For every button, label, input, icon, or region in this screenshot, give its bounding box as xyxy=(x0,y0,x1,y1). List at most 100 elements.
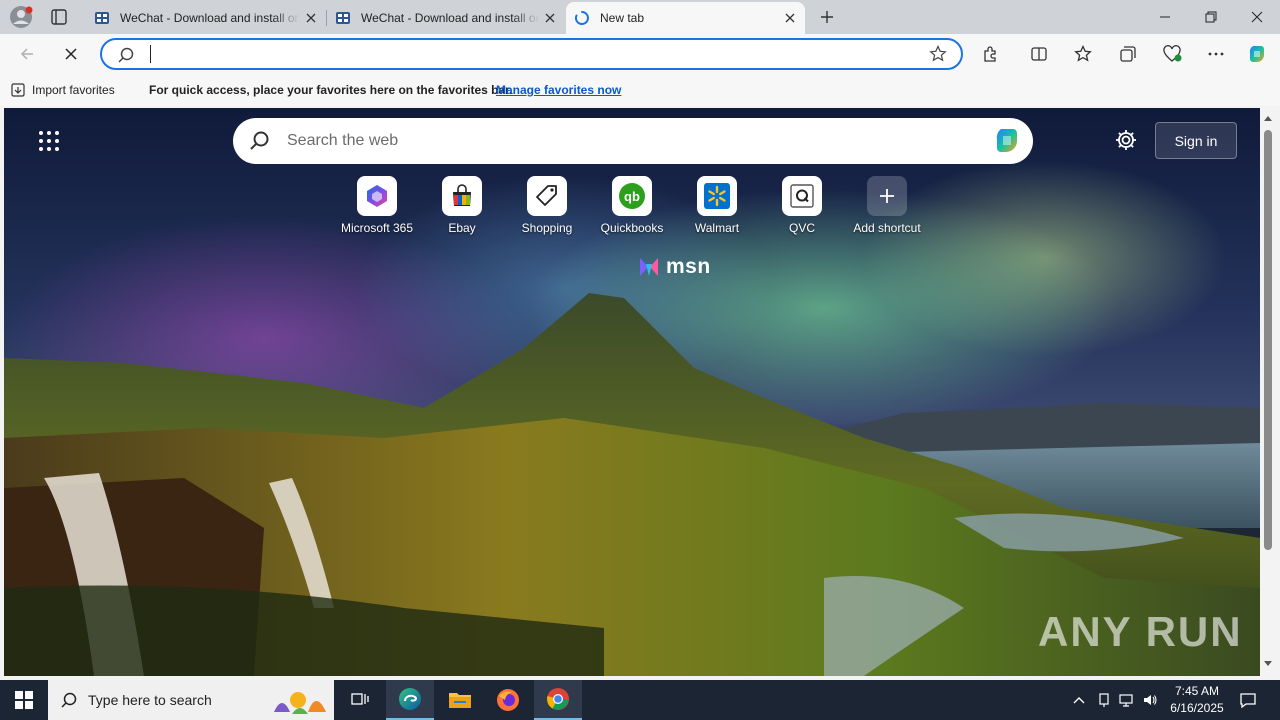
tab-actions-menu[interactable] xyxy=(48,7,70,27)
shortcut-tile xyxy=(697,176,737,216)
browser-toolbar xyxy=(0,34,1280,74)
address-bar[interactable] xyxy=(100,38,963,70)
usb-device-icon xyxy=(1099,693,1109,707)
chrome-icon xyxy=(547,688,569,710)
wechat-favicon-icon xyxy=(336,12,350,24)
close-tab-button[interactable] xyxy=(300,7,322,29)
tab-new-tab[interactable]: New tab xyxy=(566,2,805,34)
tab-actions-icon xyxy=(51,9,67,25)
shortcut-label: Add shortcut xyxy=(853,221,921,235)
taskbar-chrome[interactable] xyxy=(534,680,582,720)
copilot-icon[interactable] xyxy=(991,125,1023,157)
shortcut-label: Walmart xyxy=(694,221,740,235)
minimize-button[interactable] xyxy=(1142,0,1188,34)
stop-loading-button[interactable] xyxy=(57,40,85,68)
ebay-icon xyxy=(453,184,471,206)
close-icon xyxy=(1251,11,1263,23)
heartbeat-icon xyxy=(1163,45,1182,62)
shortcut-ebay[interactable]: Ebay xyxy=(420,176,504,236)
tab-title: WeChat - Download and install on xyxy=(120,11,300,25)
taskbar-edge[interactable] xyxy=(386,680,434,720)
collections-icon xyxy=(1120,46,1136,62)
anyrun-watermark: ANY RUN xyxy=(1038,608,1243,656)
scroll-down-arrow-icon[interactable] xyxy=(1264,660,1272,668)
windows-logo-icon xyxy=(15,691,33,709)
favorites-bar: Import favorites For quick access, place… xyxy=(0,74,1280,106)
plus-icon xyxy=(821,11,833,23)
shortcut-tile xyxy=(357,176,397,216)
web-search-box[interactable]: Search the web xyxy=(233,118,1033,164)
close-window-button[interactable] xyxy=(1234,0,1280,34)
page-scrollbar[interactable] xyxy=(1260,108,1276,676)
favorites-bar-message: For quick access, place your favorites h… xyxy=(149,83,513,97)
shortcut-tile xyxy=(782,176,822,216)
search-icon xyxy=(118,47,134,63)
shortcut-add[interactable]: Add shortcut xyxy=(845,176,929,236)
search-icon xyxy=(250,131,269,150)
taskbar-clock[interactable]: 7:45 AM 6/16/2025 xyxy=(1160,683,1234,717)
back-button[interactable] xyxy=(13,40,41,68)
svg-text:qb: qb xyxy=(624,189,640,204)
split-screen-icon xyxy=(1031,47,1047,61)
search-highlight-image-icon xyxy=(274,692,326,714)
settings-more-button[interactable] xyxy=(1202,40,1230,68)
scrollbar-thumb[interactable] xyxy=(1264,130,1272,550)
text-caret xyxy=(150,45,151,63)
shortcut-walmart[interactable]: Walmart xyxy=(675,176,759,236)
start-button[interactable] xyxy=(0,680,48,720)
shortcut-tile xyxy=(867,176,907,216)
import-favorites-button[interactable]: Import favorites xyxy=(10,82,115,98)
split-screen-button[interactable] xyxy=(1025,40,1053,68)
close-icon xyxy=(785,13,795,23)
search-placeholder: Search the web xyxy=(287,132,399,149)
page-settings-button[interactable] xyxy=(1114,128,1138,152)
close-tab-button[interactable] xyxy=(779,7,801,29)
copilot-button[interactable] xyxy=(1243,40,1271,68)
app-grid-icon xyxy=(39,131,59,151)
scroll-up-arrow-icon[interactable] xyxy=(1264,114,1272,122)
msn-logo-text: msn xyxy=(666,255,711,278)
shortcut-microsoft-365[interactable]: Microsoft 365 xyxy=(335,176,419,236)
walmart-icon xyxy=(704,183,730,209)
task-view-button[interactable] xyxy=(336,680,384,720)
extensions-button[interactable] xyxy=(977,40,1005,68)
favorites-button[interactable] xyxy=(1069,40,1097,68)
new-tab-button[interactable] xyxy=(814,5,840,29)
app-launcher-button[interactable] xyxy=(38,130,60,152)
watermark-text: ANY RUN xyxy=(1038,608,1243,655)
action-center-button[interactable] xyxy=(1236,680,1260,720)
manage-favorites-link[interactable]: Manage favorites now xyxy=(496,83,621,97)
shortcut-tile xyxy=(527,176,567,216)
profile-icon xyxy=(10,6,33,28)
shortcut-qvc[interactable]: QVC xyxy=(760,176,844,236)
edge-icon xyxy=(399,688,421,710)
taskbar-firefox[interactable] xyxy=(484,680,532,720)
tray-network-button[interactable] xyxy=(1116,680,1136,720)
task-view-icon xyxy=(351,693,369,705)
tab-wechat-2[interactable]: WeChat - Download and install on xyxy=(327,2,565,34)
favorite-star-icon[interactable] xyxy=(929,45,947,63)
collections-button[interactable] xyxy=(1114,40,1142,68)
shortcut-shopping[interactable]: Shopping xyxy=(505,176,589,236)
restore-button[interactable] xyxy=(1188,0,1234,34)
import-icon xyxy=(11,83,25,97)
qvc-icon xyxy=(790,184,814,208)
close-tab-button[interactable] xyxy=(539,7,561,29)
profile-avatar[interactable] xyxy=(8,5,34,29)
search-icon xyxy=(61,692,77,708)
shortcut-tile xyxy=(442,176,482,216)
taskbar-file-explorer[interactable] xyxy=(436,680,484,720)
taskbar-search-box[interactable]: Type here to search xyxy=(48,680,334,720)
browser-essentials-button[interactable] xyxy=(1158,40,1186,68)
tray-volume-button[interactable] xyxy=(1140,680,1160,720)
close-icon xyxy=(306,13,316,23)
tab-wechat-1[interactable]: WeChat - Download and install on xyxy=(86,2,326,34)
msn-logo[interactable]: msn xyxy=(636,254,711,280)
sign-in-button[interactable]: Sign in xyxy=(1155,122,1237,159)
tray-device-button[interactable] xyxy=(1094,680,1114,720)
tab-title: WeChat - Download and install on xyxy=(361,11,539,25)
shortcut-quickbooks[interactable]: qb Quickbooks xyxy=(590,176,674,236)
wechat-favicon-icon xyxy=(95,12,109,24)
more-dots-icon xyxy=(1208,52,1224,56)
show-hidden-icons-button[interactable] xyxy=(1068,680,1090,720)
